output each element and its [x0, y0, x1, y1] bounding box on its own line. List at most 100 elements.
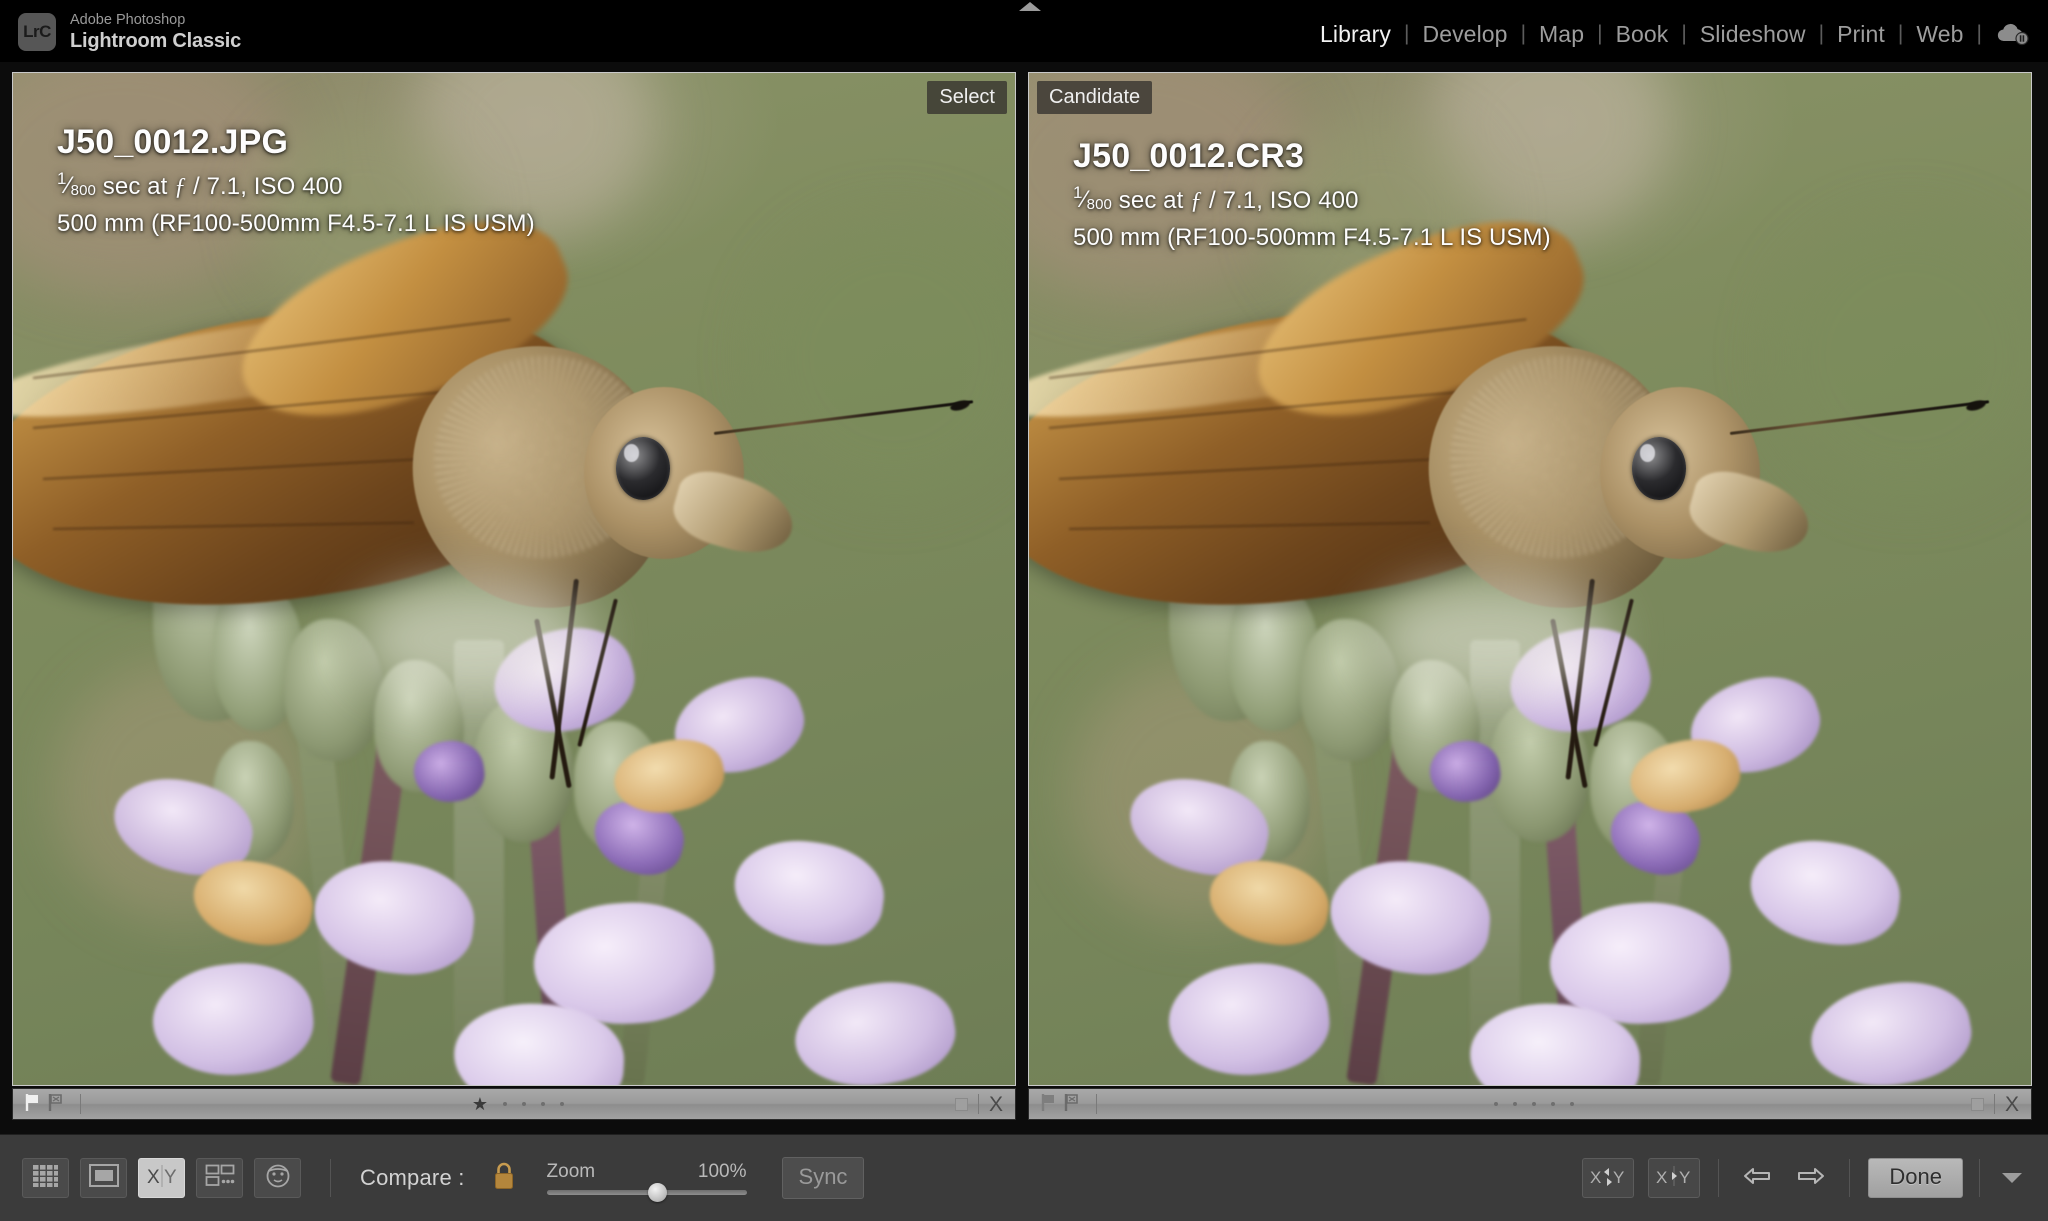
- toolbar-divider: [1849, 1159, 1851, 1197]
- svg-text:X: X: [147, 1167, 160, 1188]
- rating-dot[interactable]: [1512, 1102, 1517, 1106]
- rating-dot[interactable]: [522, 1102, 527, 1106]
- chevron-down-icon: [2002, 1173, 2022, 1183]
- module-separator: |: [1976, 22, 1982, 45]
- candidate-aperture-value: / 7.1, ISO 400: [1202, 187, 1359, 214]
- svg-text:Y: Y: [1679, 1168, 1690, 1187]
- svg-text:Y: Y: [1613, 1168, 1624, 1187]
- select-lens-line: 500 mm (RF100-500mm F4.5-7.1 L IS USM): [57, 210, 535, 237]
- select-filename: J50_0012.JPG: [57, 123, 289, 161]
- reject-x-icon[interactable]: X: [989, 1094, 1003, 1115]
- svg-text:Y: Y: [164, 1167, 177, 1188]
- color-label-swatch[interactable]: [1970, 1097, 1984, 1111]
- candidate-rating-stars[interactable]: [1097, 1102, 1971, 1106]
- candidate-photo-frame[interactable]: Candidate J50_0012.CR3 1⁄800 sec at ƒ / …: [1028, 72, 2032, 1086]
- cloud-sync-paused-icon[interactable]: [1996, 22, 2030, 46]
- brand-line-adobe: Adobe Photoshop: [70, 12, 186, 28]
- select-exposure-rest: sec at: [96, 173, 175, 200]
- flag-reject-icon[interactable]: [47, 1092, 65, 1117]
- rating-dot[interactable]: [541, 1102, 546, 1106]
- zoom-slider-group: Zoom 100%: [546, 1161, 747, 1202]
- svg-text:X: X: [1590, 1168, 1601, 1187]
- identity-plate[interactable]: Adobe Photoshop Lightroom Classic: [70, 11, 241, 53]
- select-pane[interactable]: Select J50_0012.JPG 1⁄800 sec at ƒ / 7.1…: [12, 72, 1016, 1122]
- candidate-exposure-rest: sec at: [1112, 187, 1191, 214]
- survey-view-button[interactable]: [196, 1158, 243, 1198]
- module-web[interactable]: Web: [1903, 20, 1976, 48]
- select-rating-stars[interactable]: ★: [81, 1095, 955, 1113]
- reject-x-icon[interactable]: X: [2005, 1094, 2019, 1115]
- candidate-marks-group: X: [1970, 1094, 2031, 1115]
- toolbar-options-button[interactable]: [1996, 1162, 2028, 1194]
- lrc-logo-text: LrC: [23, 22, 51, 41]
- compare-view: Select J50_0012.JPG 1⁄800 sec at ƒ / 7.1…: [0, 62, 2048, 1134]
- brand-line-product: Lightroom Classic: [70, 30, 242, 52]
- compare-controls-group: X Y X Y Done: [1582, 1158, 2048, 1198]
- compare-label: Compare :: [360, 1165, 465, 1190]
- select-flag-group: [13, 1092, 81, 1117]
- select-shutter-fraction: 1⁄800: [57, 169, 96, 199]
- zoom-slider-track[interactable]: [546, 1183, 747, 1202]
- rating-dot[interactable]: [1569, 1102, 1574, 1106]
- rating-star-filled[interactable]: ★: [472, 1095, 488, 1113]
- module-book[interactable]: Book: [1603, 20, 1682, 48]
- rating-dot[interactable]: [1493, 1102, 1498, 1106]
- swap-xy-icon: X Y: [1589, 1163, 1627, 1194]
- people-view-button[interactable]: [254, 1158, 301, 1198]
- module-slideshow[interactable]: Slideshow: [1687, 20, 1819, 48]
- sync-button[interactable]: Sync: [781, 1157, 865, 1199]
- compare-view-button[interactable]: X Y: [138, 1158, 185, 1198]
- candidate-aperture-symbol: ƒ: [1190, 188, 1203, 214]
- toolbar-divider: [1979, 1159, 1980, 1197]
- zoom-label: Zoom: [546, 1161, 596, 1182]
- loupe-view-icon: [88, 1164, 119, 1192]
- rating-dot[interactable]: [1550, 1102, 1555, 1106]
- loupe-view-button[interactable]: [80, 1158, 127, 1198]
- select-aperture-value: / 7.1, ISO 400: [186, 173, 343, 200]
- module-print[interactable]: Print: [1824, 20, 1898, 48]
- rating-dot[interactable]: [503, 1102, 508, 1106]
- zoom-value: 100%: [697, 1161, 747, 1182]
- view-mode-group: X Y Compare: Zoom 100% Sync: [0, 1157, 865, 1202]
- flag-pick-icon[interactable]: [1040, 1092, 1058, 1117]
- info-divider: [1993, 1094, 1995, 1114]
- candidate-pane[interactable]: Candidate J50_0012.CR3 1⁄800 sec at ƒ / …: [1028, 72, 2032, 1122]
- flag-reject-icon[interactable]: [1063, 1092, 1081, 1117]
- select-photo-frame[interactable]: Select J50_0012.JPG 1⁄800 sec at ƒ / 7.1…: [12, 72, 1016, 1086]
- arrow-left-icon: [1742, 1166, 1772, 1191]
- toolbar-divider: [330, 1159, 331, 1197]
- library-toolbar: X Y Compare: Zoom 100% Sync X Y X Y Don…: [0, 1134, 2048, 1221]
- module-develop[interactable]: Develop: [1409, 20, 1520, 48]
- padlock-closed-icon: [492, 1161, 516, 1196]
- color-label-swatch[interactable]: [954, 1097, 968, 1111]
- swap-xy-button[interactable]: X Y: [1582, 1158, 1635, 1198]
- select-info-bar: ★ X: [12, 1088, 1016, 1120]
- select-metadata-overlay: J50_0012.JPG 1⁄800 sec at ƒ / 7.1, ISO 4…: [57, 121, 535, 241]
- module-library[interactable]: Library: [1307, 20, 1404, 48]
- previous-photo-button[interactable]: [1737, 1160, 1777, 1196]
- info-divider: [977, 1094, 979, 1114]
- done-button[interactable]: Done: [1868, 1158, 1963, 1198]
- candidate-flag-group: [1029, 1092, 1097, 1117]
- module-map[interactable]: Map: [1526, 20, 1597, 48]
- select-aperture-symbol: ƒ: [174, 174, 187, 200]
- module-picker: Library | Develop | Map | Book | Slidesh…: [1307, 20, 2034, 48]
- people-view-icon: [265, 1164, 291, 1193]
- zoom-slider-handle[interactable]: [647, 1183, 667, 1202]
- grid-view-button[interactable]: [22, 1158, 69, 1198]
- lrc-logo-icon: LrC: [18, 13, 56, 51]
- zoom-lock-button[interactable]: [492, 1161, 516, 1196]
- flag-pick-icon[interactable]: [24, 1092, 42, 1117]
- panel-toggle-top-icon[interactable]: [1019, 2, 1041, 11]
- svg-text:X: X: [1656, 1168, 1667, 1187]
- make-select-button[interactable]: X Y: [1648, 1158, 1701, 1198]
- grid-view-icon: [32, 1164, 59, 1193]
- next-photo-button[interactable]: [1791, 1160, 1831, 1196]
- identity-plate-bar: LrC Adobe Photoshop Lightroom Classic Li…: [0, 0, 2048, 62]
- rating-dot[interactable]: [560, 1102, 565, 1106]
- rating-dot[interactable]: [1531, 1102, 1536, 1106]
- arrow-right-icon: [1796, 1166, 1826, 1191]
- candidate-lens-line: 500 mm (RF100-500mm F4.5-7.1 L IS USM): [1073, 224, 1551, 251]
- candidate-metadata-overlay: J50_0012.CR3 1⁄800 sec at ƒ / 7.1, ISO 4…: [1073, 135, 1551, 255]
- make-select-icon: X Y: [1655, 1163, 1693, 1194]
